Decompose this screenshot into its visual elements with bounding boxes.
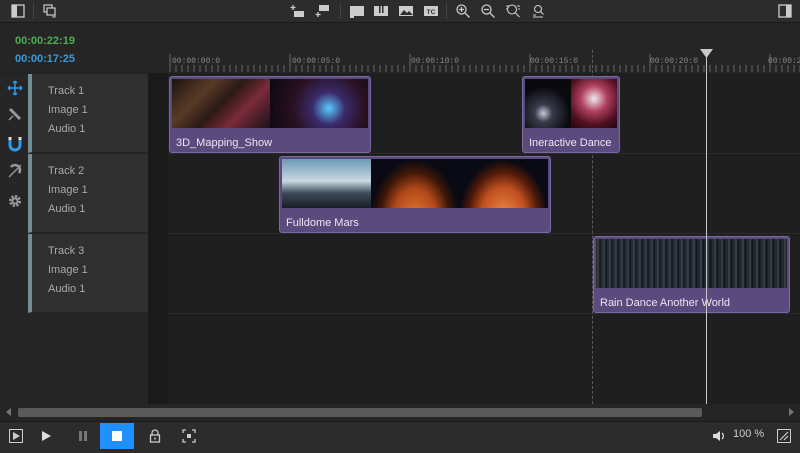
ruler-label: 00:00:15:0 — [530, 57, 579, 66]
clip-3d-mapping-show[interactable]: 3D_Mapping_Show — [169, 76, 371, 153]
split-icon[interactable] — [373, 3, 389, 19]
ruler-label: 00:00:00:0 — [172, 57, 221, 66]
track-audio-label: Audio 1 — [48, 283, 86, 295]
clip-rain-dance-another-world[interactable]: Rain Dance Another World — [593, 236, 790, 313]
track-image-label: Image 1 — [48, 104, 88, 116]
stop-icon[interactable] — [100, 423, 134, 449]
expand-icon[interactable] — [772, 424, 796, 448]
pause-icon[interactable] — [71, 424, 95, 448]
volume-icon[interactable] — [707, 424, 731, 448]
timeline-gutter — [148, 73, 168, 404]
track-header-3[interactable]: Track 3 Image 1 Audio 1 — [28, 234, 148, 313]
timecode-panel: 00:00:22:19 00:00:17:25 — [0, 23, 148, 73]
clip-thumbnails — [596, 239, 787, 288]
track-header-1[interactable]: Track 1 Image 1 Audio 1 — [28, 74, 148, 153]
zoom-in-icon[interactable] — [455, 3, 471, 19]
track-name: Track 2 — [48, 165, 85, 177]
scroll-left-icon[interactable] — [4, 407, 14, 417]
volume-percent: 100 % — [733, 428, 765, 440]
track-name: Track 1 — [48, 85, 85, 97]
fullscreen-icon[interactable] — [177, 424, 201, 448]
image-icon[interactable] — [398, 3, 414, 19]
tool-strip — [0, 74, 28, 404]
add-track-above-icon[interactable] — [290, 3, 306, 19]
layers-icon[interactable] — [42, 3, 58, 19]
clip-title: Rain Dance Another World — [600, 297, 731, 309]
svg-text:TC: TC — [427, 9, 436, 16]
scrollbar-thumb[interactable] — [18, 408, 702, 417]
panel-left-icon[interactable] — [10, 3, 26, 19]
duration-timecode: 00:00:17:25 — [15, 53, 75, 65]
playhead-handle[interactable] — [700, 49, 713, 58]
ruler-label: 00:00:20:0 — [650, 57, 699, 66]
snap-off-icon[interactable] — [6, 162, 24, 180]
zoom-reset-icon[interactable] — [530, 3, 546, 19]
ruler-label: 00:00:2 — [768, 57, 800, 66]
clip-thumbnails — [282, 159, 549, 208]
clip-title: Ineractive Dance — [529, 137, 612, 149]
gear-icon[interactable] — [6, 192, 24, 210]
track-header-empty — [28, 314, 148, 404]
play-icon[interactable] — [34, 424, 58, 448]
clip-fulldome-mars[interactable]: Fulldome Mars — [279, 156, 551, 233]
scroll-right-icon[interactable] — [786, 407, 796, 417]
play-preview-icon[interactable] — [4, 424, 28, 448]
clip-thumbnails — [172, 79, 368, 128]
track-image-label: Image 1 — [48, 184, 88, 196]
zoom-fit-icon[interactable] — [505, 3, 521, 19]
clip-title: 3D_Mapping_Show — [176, 137, 273, 149]
clip-thumbnails — [525, 79, 617, 128]
clip-ineractive-dance[interactable]: Ineractive Dance — [522, 76, 620, 153]
top-toolbar: TC — [0, 0, 800, 23]
zoom-out-icon[interactable] — [480, 3, 496, 19]
add-track-below-icon[interactable] — [315, 3, 331, 19]
razor-icon[interactable] — [6, 105, 24, 123]
ruler-label: 00:00:10:0 — [411, 57, 460, 66]
marker-icon[interactable] — [349, 3, 365, 19]
playhead-line[interactable] — [706, 52, 707, 404]
track-audio-label: Audio 1 — [48, 203, 86, 215]
panel-right-icon[interactable] — [777, 3, 793, 19]
clip-title: Fulldome Mars — [286, 217, 359, 229]
ruler-label: 00:00:05:0 — [292, 57, 341, 66]
track-header-2[interactable]: Track 2 Image 1 Audio 1 — [28, 154, 148, 233]
current-timecode: 00:00:22:19 — [15, 35, 75, 47]
track-audio-label: Audio 1 — [48, 123, 86, 135]
move-icon[interactable] — [6, 79, 24, 97]
timecode-icon[interactable]: TC — [423, 3, 439, 19]
track-image-label: Image 1 — [48, 264, 88, 276]
lock-icon[interactable] — [143, 424, 167, 448]
magnet-icon[interactable] — [6, 135, 24, 153]
track-name: Track 3 — [48, 245, 85, 257]
